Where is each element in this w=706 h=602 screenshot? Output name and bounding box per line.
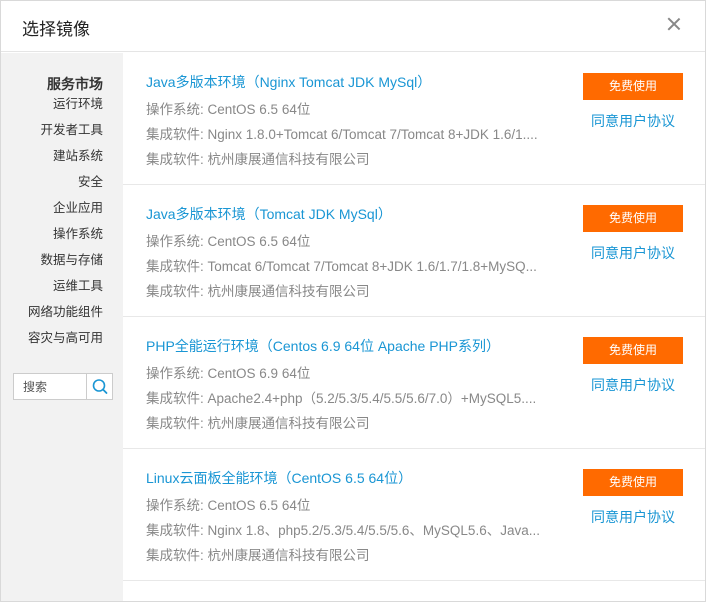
os-value: CentOS 6.5 64位 — [207, 102, 311, 117]
sidebar-item-security[interactable]: 安全 — [28, 174, 103, 200]
dialog-body: 服务市场 运行环境 开发者工具 建站系统 安全 企业应用 操作系统 数据与存储 … — [1, 53, 705, 601]
software-value: Nginx 1.8、php5.2/5.3/5.4/5.5/5.6、MySQL5.… — [207, 523, 540, 538]
image-card: Java多版本环境（Nginx Tomcat JDK MySql） 操作系统: … — [123, 53, 705, 185]
software-value: Tomcat 6/Tomcat 7/Tomcat 8+JDK 1.6/1.7/1… — [207, 259, 537, 274]
free-use-button[interactable]: 免费使用 — [583, 469, 683, 496]
vendor-value: 杭州康展通信科技有限公司 — [207, 416, 370, 431]
search-input[interactable] — [14, 374, 87, 399]
os-label: 操作系统: — [146, 102, 204, 117]
sidebar-item-network-components[interactable]: 网络功能组件 — [28, 304, 103, 330]
vendor-value: 杭州康展通信科技有限公司 — [207, 152, 370, 167]
image-title[interactable]: Java多版本环境（Tomcat JDK MySql） — [146, 204, 392, 224]
vendor-value: 杭州康展通信科技有限公司 — [207, 284, 370, 299]
sidebar-heading: 服务市场 — [47, 76, 103, 92]
sidebar-item-disaster-recovery[interactable]: 容灾与高可用 — [28, 330, 103, 356]
software-row: 集成软件: Apache2.4+php（5.2/5.3/5.4/5.5/5.6/… — [146, 387, 566, 407]
image-card: PHP全能运行环境（Centos 6.9 64位 Apache PHP系列） 操… — [123, 317, 705, 449]
sidebar-item-operating-system[interactable]: 操作系统 — [28, 226, 103, 252]
agree-terms-link[interactable]: 同意用户协议 — [591, 111, 675, 131]
close-icon[interactable] — [665, 15, 683, 33]
software-row: 集成软件: Tomcat 6/Tomcat 7/Tomcat 8+JDK 1.6… — [146, 255, 566, 275]
agree-terms-link[interactable]: 同意用户协议 — [591, 243, 675, 263]
software-label: 集成软件: — [146, 391, 204, 406]
vendor-label: 集成软件: — [146, 152, 204, 167]
os-row: 操作系统: CentOS 6.5 64位 — [146, 98, 566, 118]
sidebar-item-enterprise-apps[interactable]: 企业应用 — [28, 200, 103, 226]
vendor-row: 集成软件: 杭州康展通信科技有限公司 — [146, 544, 566, 564]
select-image-dialog: 选择镜像 服务市场 运行环境 开发者工具 建站系统 安全 企业应用 操作系统 数… — [0, 0, 706, 602]
image-title[interactable]: Java多版本环境（Nginx Tomcat JDK MySql） — [146, 72, 431, 92]
image-card: Linux云面板全能环境（CentOS 6.5 64位） 操作系统: CentO… — [123, 449, 705, 581]
category-list: 运行环境 开发者工具 建站系统 安全 企业应用 操作系统 数据与存储 运维工具 … — [28, 96, 103, 356]
sidebar-item-runtime[interactable]: 运行环境 — [28, 96, 103, 122]
image-list: Java多版本环境（Nginx Tomcat JDK MySql） 操作系统: … — [123, 53, 705, 601]
sidebar-item-ops-tools[interactable]: 运维工具 — [28, 278, 103, 304]
vendor-label: 集成软件: — [146, 284, 204, 299]
os-label: 操作系统: — [146, 498, 204, 513]
software-label: 集成软件: — [146, 259, 204, 274]
search-box — [13, 373, 113, 400]
image-title[interactable]: Linux云面板全能环境（CentOS 6.5 64位） — [146, 468, 412, 488]
free-use-button[interactable]: 免费使用 — [583, 73, 683, 100]
vendor-row: 集成软件: 杭州康展通信科技有限公司 — [146, 148, 566, 168]
sidebar-item-developer-tools[interactable]: 开发者工具 — [28, 122, 103, 148]
os-row: 操作系统: CentOS 6.5 64位 — [146, 230, 566, 250]
os-label: 操作系统: — [146, 366, 204, 381]
category-sidebar: 服务市场 运行环境 开发者工具 建站系统 安全 企业应用 操作系统 数据与存储 … — [1, 53, 123, 601]
software-label: 集成软件: — [146, 523, 204, 538]
os-value: CentOS 6.9 64位 — [207, 366, 311, 381]
search-icon — [92, 379, 108, 394]
agree-terms-link[interactable]: 同意用户协议 — [591, 375, 675, 395]
os-value: CentOS 6.5 64位 — [207, 498, 311, 513]
agree-terms-link[interactable]: 同意用户协议 — [591, 507, 675, 527]
software-value: Nginx 1.8.0+Tomcat 6/Tomcat 7/Tomcat 8+J… — [207, 127, 538, 142]
dialog-title: 选择镜像 — [22, 20, 90, 39]
search-button[interactable] — [86, 374, 112, 399]
vendor-label: 集成软件: — [146, 416, 204, 431]
os-value: CentOS 6.5 64位 — [207, 234, 311, 249]
software-row: 集成软件: Nginx 1.8.0+Tomcat 6/Tomcat 7/Tomc… — [146, 123, 566, 143]
sidebar-item-site-building[interactable]: 建站系统 — [28, 148, 103, 174]
free-use-button[interactable]: 免费使用 — [583, 337, 683, 364]
vendor-row: 集成软件: 杭州康展通信科技有限公司 — [146, 412, 566, 432]
vendor-row: 集成软件: 杭州康展通信科技有限公司 — [146, 280, 566, 300]
os-row: 操作系统: CentOS 6.9 64位 — [146, 362, 566, 382]
software-row: 集成软件: Nginx 1.8、php5.2/5.3/5.4/5.5/5.6、M… — [146, 519, 566, 539]
free-use-button[interactable]: 免费使用 — [583, 205, 683, 232]
dialog-header: 选择镜像 — [1, 1, 705, 52]
image-card: Java多版本环境（Tomcat JDK MySql） 操作系统: CentOS… — [123, 185, 705, 317]
software-label: 集成软件: — [146, 127, 204, 142]
vendor-value: 杭州康展通信科技有限公司 — [207, 548, 370, 563]
os-label: 操作系统: — [146, 234, 204, 249]
image-title[interactable]: PHP全能运行环境（Centos 6.9 64位 Apache PHP系列） — [146, 336, 500, 356]
vendor-label: 集成软件: — [146, 548, 204, 563]
software-value: Apache2.4+php（5.2/5.3/5.4/5.5/5.6/7.0）+M… — [207, 391, 537, 406]
sidebar-item-data-storage[interactable]: 数据与存储 — [28, 252, 103, 278]
os-row: 操作系统: CentOS 6.5 64位 — [146, 494, 566, 514]
